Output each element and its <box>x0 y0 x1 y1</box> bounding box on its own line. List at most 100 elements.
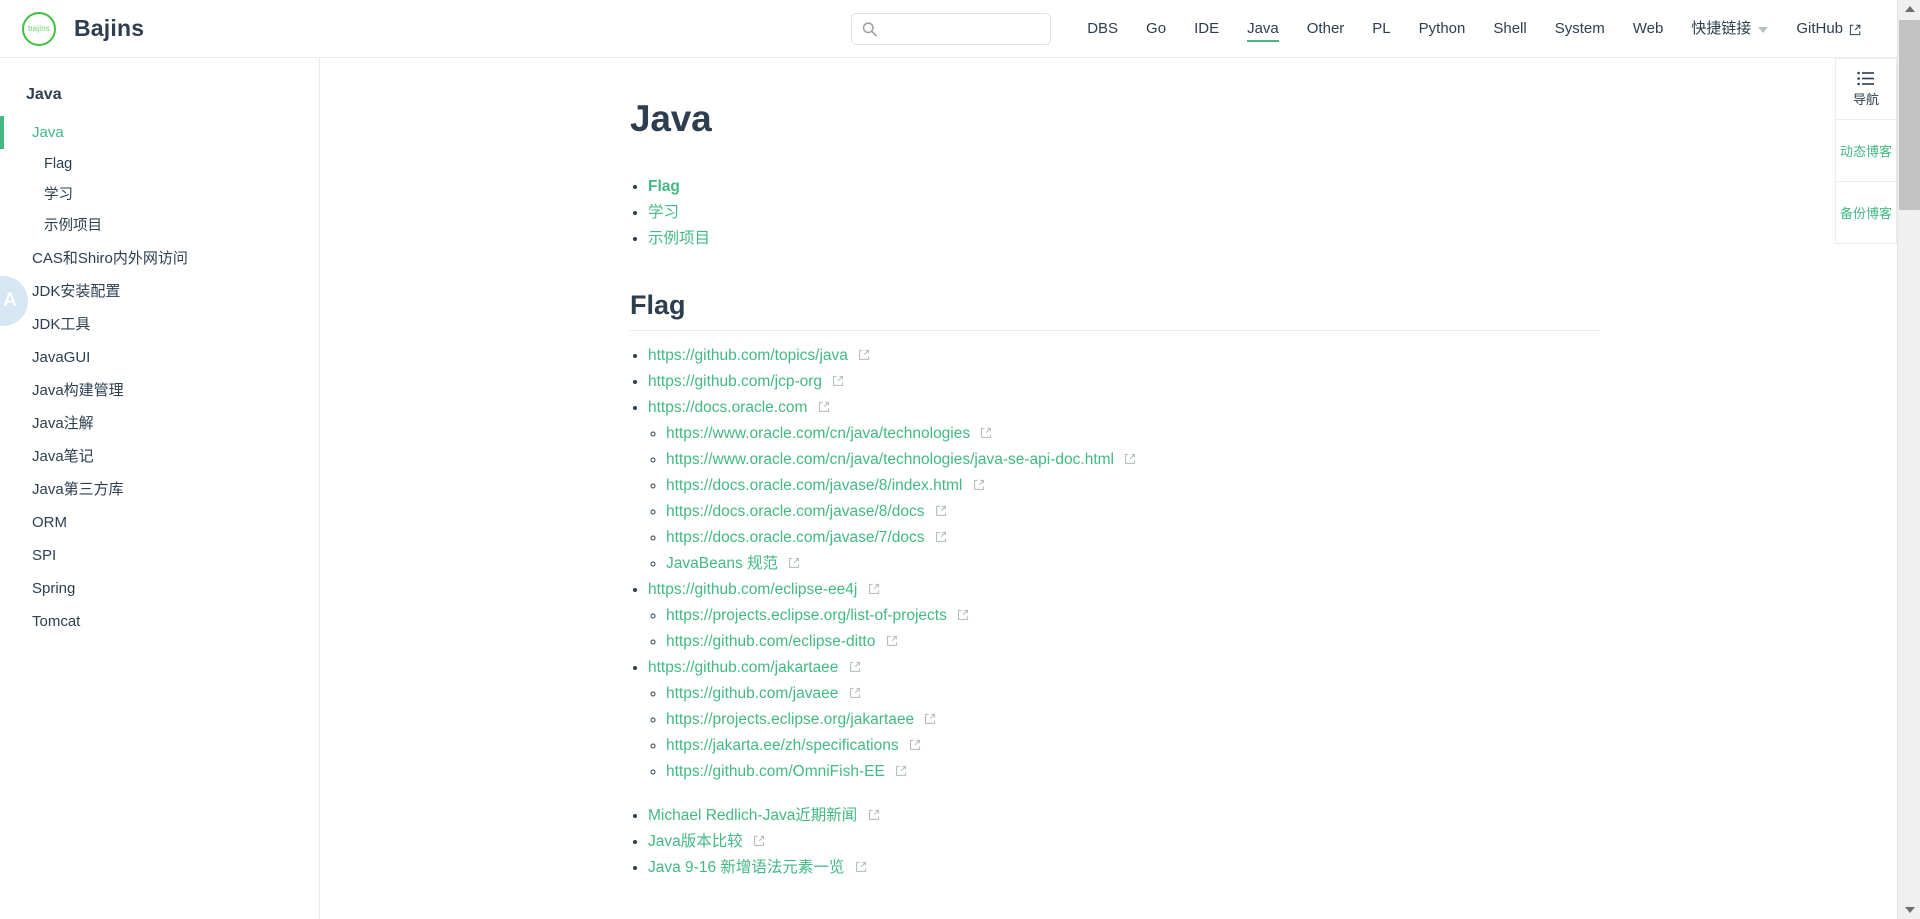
nav-item-web[interactable]: Web <box>1633 0 1664 57</box>
list-item: https://github.com/javaee <box>666 683 1600 705</box>
list-item: https://github.com/eclipse-ditto <box>666 631 1600 653</box>
dynamic-blog-button[interactable]: 动态博客 <box>1835 120 1897 182</box>
sidebar-item-jdk-tools[interactable]: JDK工具 <box>0 308 319 341</box>
list-item: https://www.oracle.com/cn/java/technolog… <box>666 449 1600 471</box>
sidebar-item-orm[interactable]: ORM <box>0 506 319 539</box>
toc-nav-button[interactable]: 导航 <box>1835 58 1897 120</box>
list-item: Java 9-16 新增语法元素一览 <box>648 857 1600 879</box>
list-item: https://github.com/eclipse-ee4j https://… <box>648 579 1600 653</box>
flag-sublink[interactable]: JavaBeans 规范 <box>666 555 778 572</box>
sidebar-item-jdk-install[interactable]: JDK安装配置 <box>0 275 319 308</box>
sidebar-item-java-notes[interactable]: Java笔记 <box>0 440 319 473</box>
nav-item-python[interactable]: Python <box>1419 0 1466 57</box>
nav-label: System <box>1555 1 1605 57</box>
sidebar-item-spi[interactable]: SPI <box>0 539 319 572</box>
toc-link-flag[interactable]: Flag <box>648 178 680 195</box>
sidebar-item-xuexi[interactable]: 学习 <box>0 180 319 211</box>
external-link-icon <box>935 531 947 543</box>
external-link-icon <box>855 861 867 873</box>
nav-item-dbs[interactable]: DBS <box>1087 0 1118 57</box>
sidebar-item-spring[interactable]: Spring <box>0 572 319 605</box>
flag-link[interactable]: Java 9-16 新增语法元素一览 <box>648 859 844 876</box>
nav-label: 快捷链接 <box>1691 1 1751 57</box>
nav-item-java[interactable]: Java <box>1247 0 1279 57</box>
sidebar-item-java-annotation[interactable]: Java注解 <box>0 407 319 440</box>
list-item: https://docs.oracle.com/javase/8/docs <box>666 501 1600 523</box>
flag-link[interactable]: https://github.com/jcp-org <box>648 373 822 390</box>
sidebar-item-label: JDK安装配置 <box>32 283 120 300</box>
nav-links: DBS Go IDE Java Other PL Python Shell Sy… <box>1073 0 1875 57</box>
floating-avatar-label: A <box>3 290 17 312</box>
flag-sublink[interactable]: https://github.com/OmniFish-EE <box>666 763 885 780</box>
external-link-icon <box>818 401 830 413</box>
external-link-icon <box>868 809 880 821</box>
flag-sublink[interactable]: https://www.oracle.com/cn/java/technolog… <box>666 425 970 442</box>
navbar-right: DBS Go IDE Java Other PL Python Shell Sy… <box>851 0 1897 57</box>
nav-item-other[interactable]: Other <box>1307 0 1345 57</box>
nav-label: Go <box>1146 1 1166 57</box>
content-body: Java Flag 学习 示例项目 Flag https://github.co… <box>320 58 1600 879</box>
dynamic-blog-label: 动态博客 <box>1840 141 1892 160</box>
scrollbar-thumb[interactable] <box>1899 20 1920 210</box>
flag-sublink[interactable]: https://docs.oracle.com/javase/8/docs <box>666 503 924 520</box>
nav-item-github[interactable]: GitHub <box>1796 0 1861 57</box>
external-link-icon <box>909 739 921 751</box>
flag-link[interactable]: https://github.com/eclipse-ee4j <box>648 581 857 598</box>
flag-link[interactable]: Michael Redlich-Java近期新闻 <box>648 807 857 824</box>
sidebar-item-shilixiangmu[interactable]: 示例项目 <box>0 211 319 242</box>
nav-label: Shell <box>1493 1 1526 57</box>
flag-sublink[interactable]: https://github.com/javaee <box>666 685 838 702</box>
nav-label: IDE <box>1194 1 1219 57</box>
sidebar-item-cas-shiro[interactable]: CAS和Shiro内外网访问 <box>0 242 319 275</box>
page-toc-list: Flag 学习 示例项目 <box>630 176 1600 250</box>
backup-blog-label: 备份博客 <box>1840 203 1892 222</box>
list-item: https://jakarta.ee/zh/specifications <box>666 735 1600 757</box>
flag-sublink[interactable]: https://jakarta.ee/zh/specifications <box>666 737 899 754</box>
flag-sublink[interactable]: https://projects.eclipse.org/jakartaee <box>666 711 914 728</box>
flag-sublink[interactable]: https://docs.oracle.com/javase/7/docs <box>666 529 924 546</box>
sidebar-item-flag[interactable]: Flag <box>0 149 319 180</box>
list-item: 示例项目 <box>648 228 1600 250</box>
flag-sublink[interactable]: https://github.com/eclipse-ditto <box>666 633 875 650</box>
list-nav-icon <box>1857 71 1875 86</box>
brand[interactable]: bajins Bajins <box>22 12 144 46</box>
list-item: https://docs.oracle.com/javase/8/index.h… <box>666 475 1600 497</box>
nav-item-system[interactable]: System <box>1555 0 1605 57</box>
sidebar-item-java-third-party[interactable]: Java第三方库 <box>0 473 319 506</box>
sidebar-item-tomcat[interactable]: Tomcat <box>0 605 319 638</box>
flag-sublink[interactable]: https://projects.eclipse.org/list-of-pro… <box>666 607 947 624</box>
nav-item-go[interactable]: Go <box>1146 0 1166 57</box>
sidebar-item-java-build[interactable]: Java构建管理 <box>0 374 319 407</box>
flag-link[interactable]: https://github.com/jakartaee <box>648 659 838 676</box>
nav-item-shell[interactable]: Shell <box>1493 0 1526 57</box>
flag-link[interactable]: Java版本比较 <box>648 833 743 850</box>
nav-item-ide[interactable]: IDE <box>1194 0 1219 57</box>
external-link-icon <box>935 505 947 517</box>
scroll-up-arrow-icon[interactable] <box>1898 0 1920 18</box>
external-link-icon <box>895 765 907 777</box>
nav-dropdown-quick-links[interactable]: 快捷链接 <box>1691 0 1768 57</box>
sidebar-item-java[interactable]: Java <box>0 116 319 149</box>
nav-item-pl[interactable]: PL <box>1372 0 1390 57</box>
scroll-down-arrow-icon[interactable] <box>1898 901 1920 919</box>
toc-link-xuexi[interactable]: 学习 <box>648 204 679 221</box>
list-item: Java版本比较 <box>648 831 1600 853</box>
flag-sublink[interactable]: https://docs.oracle.com/javase/8/index.h… <box>666 477 962 494</box>
flag-sublist-eclipse: https://projects.eclipse.org/list-of-pro… <box>648 605 1600 653</box>
list-item: 学习 <box>648 202 1600 224</box>
backup-blog-button[interactable]: 备份博客 <box>1835 182 1897 244</box>
page-scrollbar[interactable] <box>1897 0 1920 919</box>
sidebar-item-label: Spring <box>32 580 75 597</box>
flag-sublink[interactable]: https://www.oracle.com/cn/java/technolog… <box>666 451 1114 468</box>
flag-link[interactable]: https://docs.oracle.com <box>648 399 807 416</box>
external-link-icon <box>957 609 969 621</box>
flag-link[interactable]: https://github.com/topics/java <box>648 347 848 364</box>
search-input[interactable] <box>851 13 1051 45</box>
list-item: Michael Redlich-Java近期新闻 <box>648 805 1600 827</box>
sidebar-group-title: Java <box>0 82 319 108</box>
list-item: https://github.com/jcp-org <box>648 371 1600 393</box>
sidebar-item-javagui[interactable]: JavaGUI <box>0 341 319 374</box>
toc-link-shilixiangmu[interactable]: 示例项目 <box>648 230 710 247</box>
external-link-icon <box>980 427 992 439</box>
app-root: bajins Bajins DBS Go IDE Java Other PL P… <box>0 0 1920 919</box>
